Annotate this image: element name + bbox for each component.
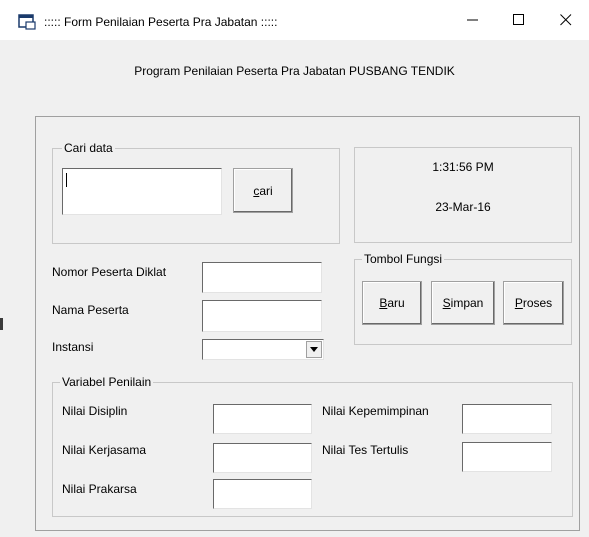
dropdown-button[interactable] — [306, 341, 322, 358]
nomor-peserta-label: Nomor Peserta Diklat — [52, 265, 167, 279]
variabel-penilaian-legend: Variabel Penilain — [60, 375, 154, 389]
edge-marker — [0, 318, 3, 330]
title-bar[interactable]: ::::: Form Penilaian Peserta Pra Jabatan… — [0, 0, 589, 40]
main-panel: Cari data cari 1:31:56 PM 23-Mar-16 Nomo… — [35, 116, 580, 531]
nilai-prakarsa-field[interactable] — [213, 479, 312, 509]
search-button[interactable]: cari — [233, 168, 293, 213]
program-subtitle: Program Penilaian Peserta Pra Jabatan PU… — [134, 64, 455, 78]
nama-peserta-field[interactable] — [202, 300, 322, 332]
maximize-icon — [513, 14, 524, 25]
nilai-disiplin-label: Nilai Disiplin — [62, 404, 128, 418]
nilai-prakarsa-label: Nilai Prakarsa — [62, 482, 137, 496]
clock-time: 1:31:56 PM — [432, 160, 494, 174]
clock-date: 23-Mar-16 — [435, 200, 491, 214]
nomor-peserta-field[interactable] — [202, 262, 322, 293]
simpan-button[interactable]: Simpan — [431, 281, 495, 325]
nilai-tes-tertulis-label: Nilai Tes Tertulis — [322, 443, 409, 457]
close-icon — [560, 14, 572, 26]
tombol-fungsi-legend: Tombol Fungsi — [362, 252, 445, 266]
window-title: ::::: Form Penilaian Peserta Pra Jabatan… — [44, 15, 278, 29]
instansi-label: Instansi — [52, 340, 94, 354]
close-button[interactable] — [543, 0, 589, 40]
minimize-icon — [467, 19, 478, 21]
nilai-kerjasama-label: Nilai Kerjasama — [62, 443, 147, 457]
nilai-kepemimpinan-field[interactable] — [462, 404, 552, 434]
search-input[interactable] — [62, 168, 222, 215]
text-cursor — [66, 173, 67, 187]
maximize-button[interactable] — [496, 0, 542, 40]
nilai-disiplin-field[interactable] — [213, 404, 312, 434]
minimize-button[interactable] — [450, 0, 496, 40]
proses-button[interactable]: Proses — [503, 281, 564, 325]
app-window: ::::: Form Penilaian Peserta Pra Jabatan… — [0, 0, 589, 537]
form-window-icon — [18, 14, 36, 30]
nilai-kerjasama-field[interactable] — [213, 443, 312, 473]
baru-button[interactable]: Baru — [362, 281, 422, 325]
search-button-label: ari — [259, 183, 273, 198]
search-group-legend: Cari data — [62, 141, 115, 155]
nama-peserta-label: Nama Peserta — [52, 303, 129, 317]
nilai-kepemimpinan-label: Nilai Kepemimpinan — [322, 404, 429, 418]
instansi-dropdown[interactable] — [202, 339, 324, 360]
nilai-tes-tertulis-field[interactable] — [462, 442, 552, 472]
chevron-down-icon — [310, 347, 318, 352]
